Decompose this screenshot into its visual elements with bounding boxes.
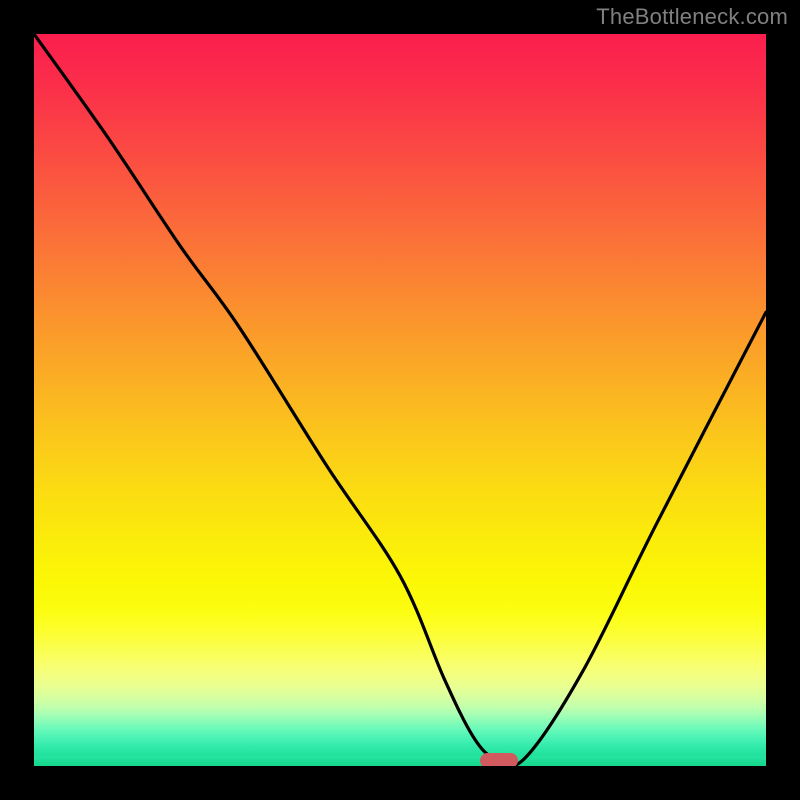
optimal-marker-icon [480, 753, 518, 766]
watermark-text: TheBottleneck.com [596, 4, 788, 30]
plot-area [34, 34, 766, 766]
bottleneck-curve-path [34, 34, 766, 766]
curve-overlay [34, 34, 766, 766]
chart-frame: TheBottleneck.com [0, 0, 800, 800]
